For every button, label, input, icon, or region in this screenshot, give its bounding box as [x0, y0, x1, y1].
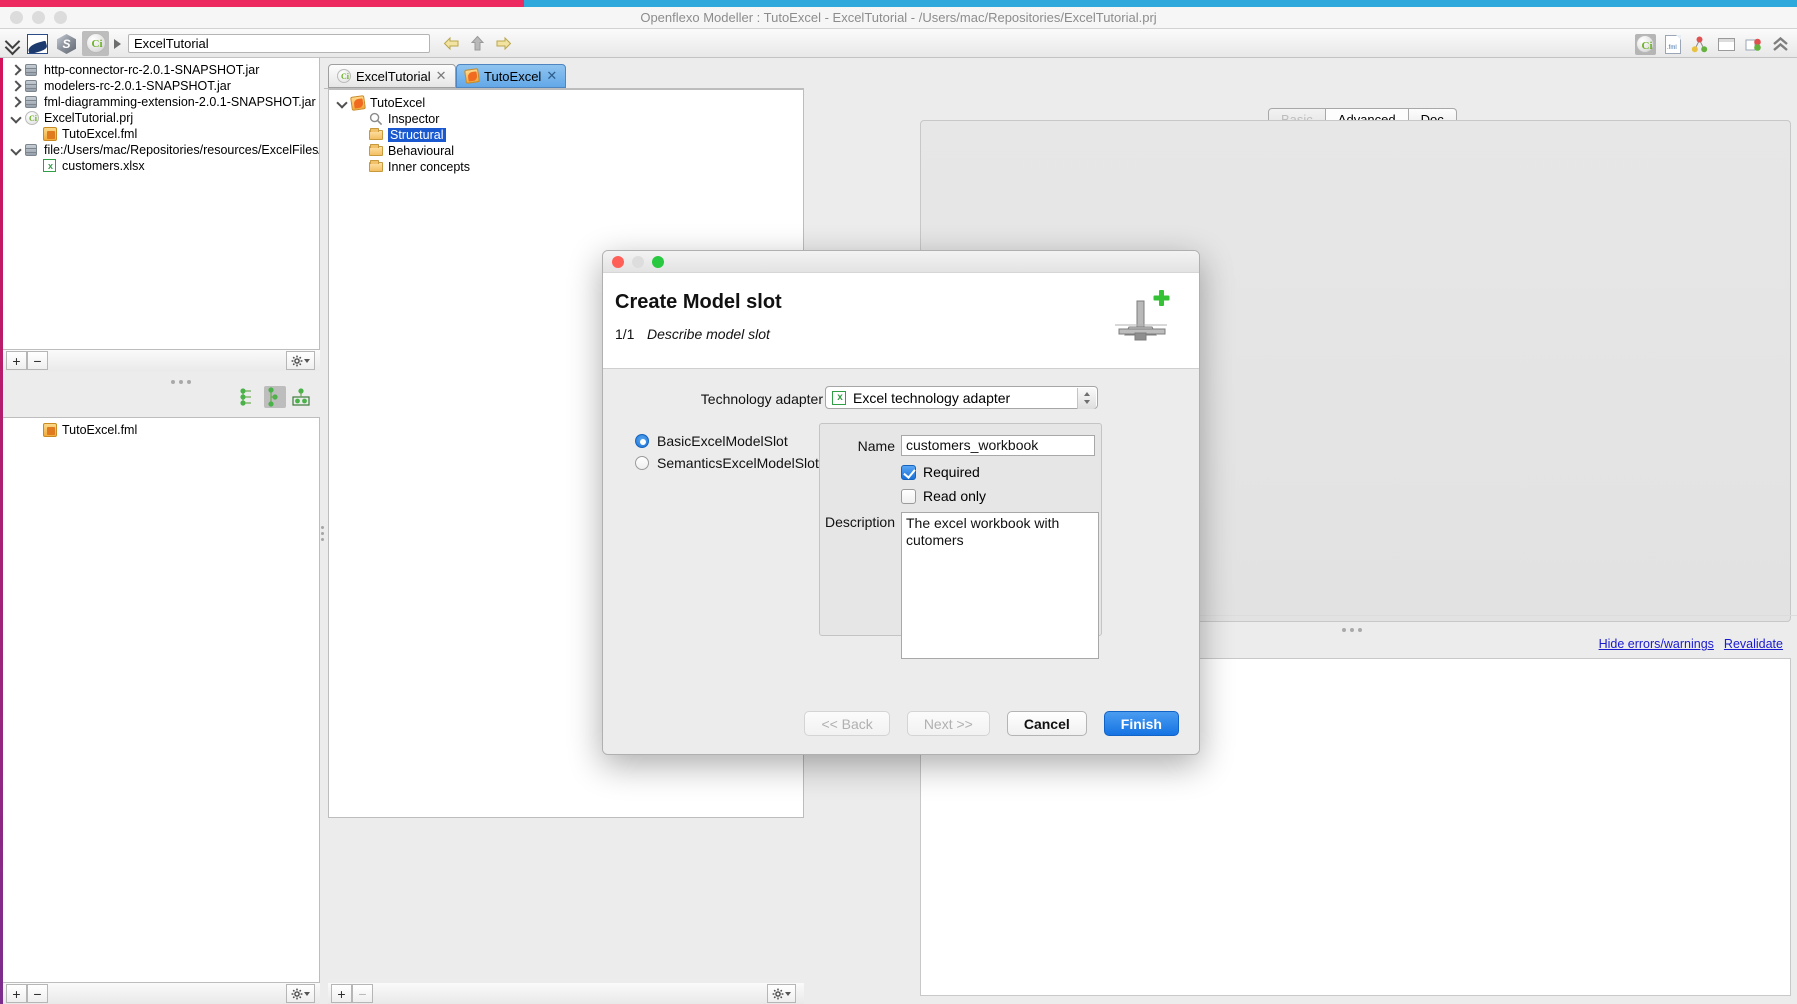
radio-label: SemanticsExcelModelSlot [657, 455, 819, 471]
application-window: Openflexo Modeller : TutoExcel - ExcelTu… [0, 0, 1797, 1004]
name-input[interactable]: customers_workbook [901, 435, 1095, 456]
dialog-close-button[interactable] [612, 256, 624, 268]
dialog-step-counter: 1/1 [615, 326, 635, 342]
dialog-step-description: Describe model slot [647, 326, 770, 342]
radio-basic-excel-model-slot[interactable]: BasicExcelModelSlot [635, 430, 835, 452]
chevron-updown-icon[interactable] [1077, 388, 1096, 409]
technology-adapter-select[interactable]: Excel technology adapter [825, 386, 1098, 409]
dialog-buttons: << Back Next >> Cancel Finish [804, 711, 1179, 736]
technology-adapter-value: Excel technology adapter [853, 389, 1011, 406]
dialog-body: Technology adapter Excel technology adap… [603, 370, 1199, 694]
model-slot-fields-group: Name customers_workbook Required Read on… [819, 423, 1102, 659]
readonly-checkbox[interactable] [901, 488, 916, 504]
next-button[interactable]: Next >> [906, 711, 990, 736]
model-slot-add-icon [1113, 289, 1175, 347]
dialog-footer: << Back Next >> Cancel Finish [603, 694, 1199, 754]
radio-label: BasicExcelModelSlot [657, 433, 788, 449]
required-label: Required [923, 464, 980, 480]
cancel-button[interactable]: Cancel [1006, 711, 1087, 736]
radio-button-icon[interactable] [635, 456, 649, 470]
technology-adapter-label: Technology adapter [700, 391, 823, 407]
dialog-title-bar [603, 251, 1199, 273]
back-button[interactable]: << Back [804, 711, 890, 736]
description-textarea[interactable]: The excel workbook with cutomers [901, 512, 1099, 659]
required-checkbox[interactable] [901, 464, 916, 480]
dialog-maximize-button[interactable] [652, 256, 664, 268]
dialog-minimize-button[interactable] [632, 256, 644, 268]
dialog-title: Create Model slot [615, 291, 782, 313]
create-model-slot-dialog: Create Model slot 1/1 Describe model slo… [602, 250, 1200, 755]
radio-button-icon[interactable] [635, 434, 649, 448]
finish-button[interactable]: Finish [1103, 711, 1179, 736]
description-label: Description [824, 514, 895, 530]
model-slot-type-radio-group: BasicExcelModelSlot SemanticsExcelModelS… [635, 430, 835, 474]
dialog-window-controls[interactable] [612, 256, 664, 268]
modal-overlay: Create Model slot 1/1 Describe model slo… [0, 0, 1797, 1004]
readonly-label: Read only [923, 488, 987, 504]
radio-semantics-excel-model-slot[interactable]: SemanticsExcelModelSlot [635, 452, 835, 474]
excel-icon [832, 390, 847, 406]
name-label: Name [857, 437, 895, 454]
dialog-header: Create Model slot 1/1 Describe model slo… [603, 273, 1199, 369]
